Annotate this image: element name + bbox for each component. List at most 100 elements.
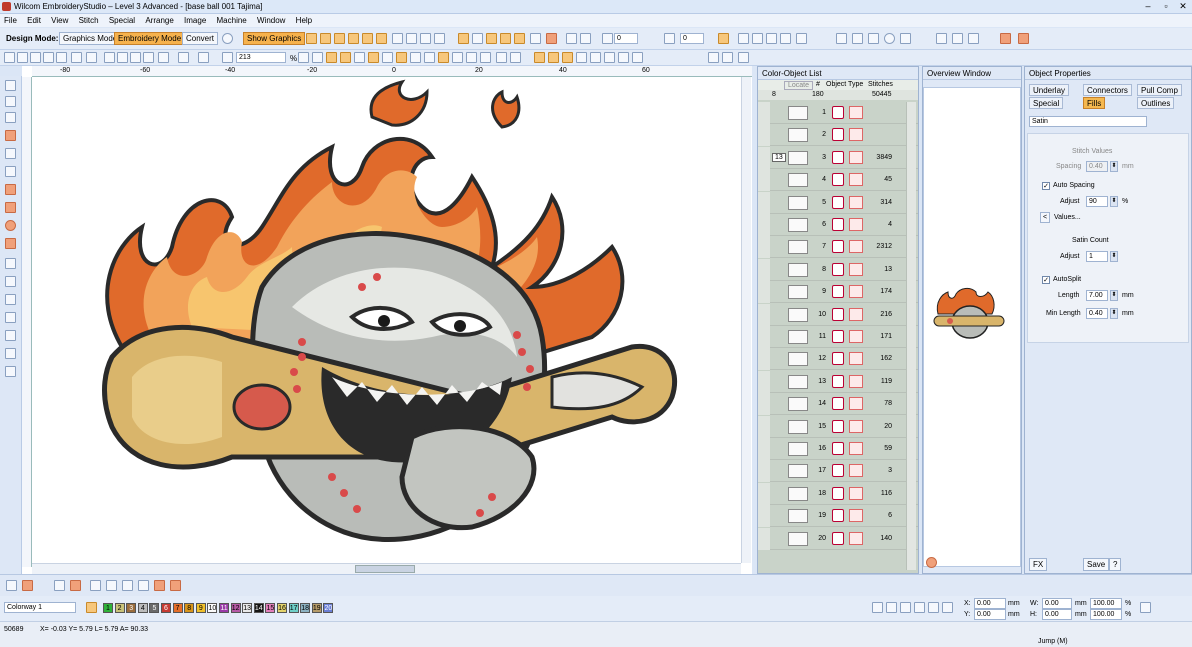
locate-button[interactable]: Locate	[784, 81, 814, 90]
paste-icon[interactable]	[130, 52, 141, 63]
width-percent-field[interactable]: 100.00	[1090, 598, 1122, 609]
branch-icon[interactable]	[5, 148, 16, 159]
color-swatch[interactable]: 18	[300, 603, 311, 613]
y-field[interactable]: 0.00	[974, 609, 1006, 620]
overview-canvas[interactable]	[923, 87, 1021, 567]
color-swatch[interactable]: 14	[253, 603, 264, 613]
row-expander[interactable]	[758, 102, 770, 124]
row-expander[interactable]	[758, 505, 770, 528]
effect-4-icon[interactable]	[500, 33, 511, 44]
photo-fill-icon[interactable]	[406, 33, 417, 44]
copy-icon[interactable]	[117, 52, 128, 63]
close-button[interactable]: ✕	[1175, 1, 1191, 12]
color-swatch[interactable]: 13	[242, 603, 253, 613]
min-length-spinner[interactable]: ⬍	[1110, 308, 1118, 319]
pattern-icon[interactable]	[5, 348, 16, 359]
display-12-icon[interactable]	[480, 52, 491, 63]
spacing-field[interactable]: 0.40	[1086, 161, 1108, 172]
color-swatch[interactable]: 16	[277, 603, 287, 613]
fx-button[interactable]: FX	[1029, 558, 1048, 571]
menu-special[interactable]: Special	[105, 14, 139, 25]
color-blend-icon[interactable]	[942, 602, 953, 613]
rotate-icon[interactable]	[602, 33, 613, 44]
cut-icon[interactable]	[104, 52, 115, 63]
pen-tool-icon[interactable]	[936, 33, 947, 44]
list-item[interactable]: 1	[758, 102, 918, 124]
globe-icon[interactable]	[222, 33, 233, 44]
adjust2-spinner[interactable]: ⬍	[1110, 251, 1118, 262]
color-swatch[interactable]: 19	[311, 603, 322, 613]
show-6-icon[interactable]	[604, 52, 615, 63]
show-graphics-button[interactable]: Show Graphics	[243, 32, 306, 45]
reshape-6-icon[interactable]	[106, 580, 117, 591]
zoom-field[interactable]: 213	[236, 52, 286, 63]
adjust-field[interactable]: 90	[1086, 196, 1108, 207]
pin-icon[interactable]	[766, 33, 777, 44]
zoom-box-icon[interactable]	[298, 52, 309, 63]
values-toggle-button[interactable]: <	[1040, 212, 1051, 223]
add-color-icon[interactable]	[886, 602, 897, 613]
select-object-icon[interactable]	[718, 33, 729, 44]
display-3-icon[interactable]	[354, 52, 365, 63]
color-swatch[interactable]: 15	[265, 603, 276, 613]
display-2-icon[interactable]	[340, 52, 351, 63]
display-13-icon[interactable]	[496, 52, 507, 63]
embroidery-mode-button[interactable]: Embroidery Mode	[114, 32, 186, 45]
display-4-icon[interactable]	[368, 52, 379, 63]
values-button[interactable]: Values...	[1054, 214, 1081, 221]
show-8-icon[interactable]	[632, 52, 643, 63]
menu-stitch[interactable]: Stitch	[75, 14, 103, 25]
skew-icon[interactable]	[664, 33, 675, 44]
row-expander[interactable]	[758, 169, 770, 192]
list-item[interactable]: 11 171	[758, 326, 918, 348]
menu-image[interactable]: Image	[180, 14, 210, 25]
list-item[interactable]: 14 78	[758, 393, 918, 416]
show-1-icon[interactable]	[534, 52, 545, 63]
needle-icon[interactable]	[752, 33, 763, 44]
list-item[interactable]: 12 162	[758, 348, 918, 371]
autosplit-checkbox[interactable]: ✓	[1042, 276, 1050, 284]
list-item[interactable]: 16 59	[758, 438, 918, 460]
zoom-icon[interactable]	[222, 52, 233, 63]
tab-outlines[interactable]: Outlines	[1137, 97, 1175, 109]
color-swatch[interactable]: 6	[161, 603, 171, 613]
export-icon[interactable]	[71, 52, 82, 63]
stamp-icon[interactable]	[5, 366, 16, 377]
monogram-icon[interactable]	[5, 276, 16, 287]
row-expander[interactable]	[758, 415, 770, 438]
show-4-icon[interactable]	[576, 52, 587, 63]
color-swatch[interactable]: 3	[126, 603, 137, 613]
reshape-4-icon[interactable]	[70, 580, 81, 591]
view-3-icon[interactable]	[738, 52, 749, 63]
row-expander[interactable]	[758, 370, 770, 393]
stitch-type-6-icon[interactable]	[376, 33, 387, 44]
graphics-mode-button[interactable]: Graphics Mode	[59, 32, 122, 45]
checkbox-tool-icon[interactable]	[738, 33, 749, 44]
list-item[interactable]: 19 6	[758, 505, 918, 528]
color-swatch[interactable]: 12	[230, 603, 241, 613]
tab-pull-comp[interactable]: Pull Comp	[1137, 84, 1182, 96]
reshape-9-icon[interactable]	[154, 580, 165, 591]
colorway-palette-icon[interactable]	[86, 602, 97, 613]
effect-5-icon[interactable]	[514, 33, 525, 44]
color-swatch[interactable]: 2	[114, 603, 125, 613]
list-item[interactable]: 10 216	[758, 303, 918, 326]
row-expander[interactable]	[758, 258, 770, 281]
save-button[interactable]: Save	[1083, 558, 1110, 571]
canvas-horizontal-scrollbar[interactable]	[32, 563, 741, 574]
line-tool-icon[interactable]	[836, 33, 847, 44]
tab-connectors[interactable]: Connectors	[1083, 84, 1132, 96]
select-arrow-icon[interactable]	[5, 80, 16, 91]
color-swatch[interactable]: 8	[184, 603, 195, 613]
color-swatch[interactable]: 5	[149, 603, 160, 613]
shape-tool-icon[interactable]	[868, 33, 879, 44]
reshape-5-icon[interactable]	[90, 580, 101, 591]
row-expander[interactable]	[758, 146, 770, 169]
display-9-icon[interactable]	[438, 52, 449, 63]
row-expander[interactable]	[758, 214, 770, 236]
display-6-icon[interactable]	[396, 52, 407, 63]
effect-2-icon[interactable]	[472, 33, 483, 44]
color-swatch[interactable]: 1	[103, 603, 113, 613]
stitch-type-2-icon[interactable]	[320, 33, 331, 44]
row-expander[interactable]	[758, 482, 770, 505]
